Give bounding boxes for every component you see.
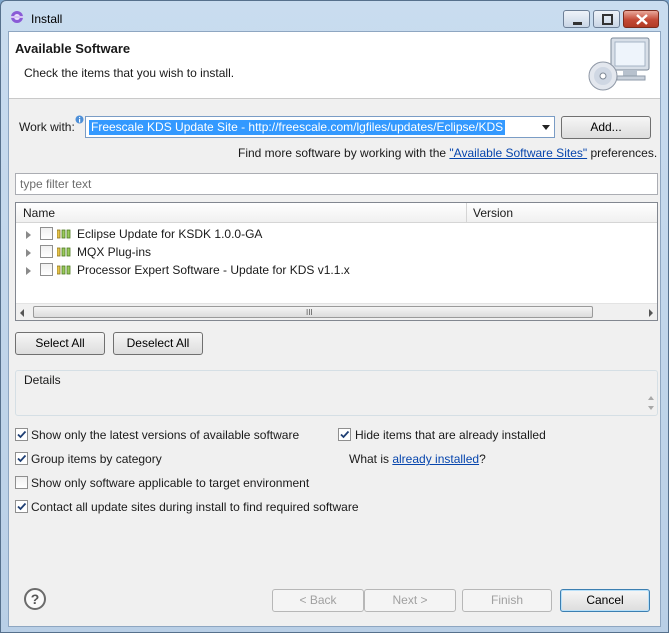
tree-row[interactable]: MQX Plug-ins	[16, 243, 657, 261]
hide-installed-checkbox[interactable]	[338, 428, 351, 441]
hide-installed-label: Hide items that are already installed	[355, 428, 546, 442]
row-label: MQX Plug-ins	[77, 245, 152, 259]
install-window: Install Available Software Check the ite…	[0, 0, 669, 633]
eclipse-install-icon	[11, 11, 23, 23]
expand-arrow-icon[interactable]	[26, 231, 31, 239]
target-environment-label: Show only software applicable to target …	[31, 476, 310, 490]
show-latest-checkbox[interactable]	[15, 428, 28, 441]
target-environment-checkbox[interactable]	[15, 476, 28, 489]
row-checkbox[interactable]	[40, 227, 53, 240]
page-title: Available Software	[15, 41, 131, 56]
row-label: Processor Expert Software - Update for K…	[77, 263, 350, 277]
window-title: Install	[31, 12, 63, 26]
cancel-button[interactable]: Cancel	[560, 589, 650, 612]
column-version-header[interactable]: Version	[473, 206, 513, 220]
software-cd-monitor-icon	[588, 37, 650, 91]
page-subtitle: Check the items that you wish to install…	[24, 66, 235, 80]
scrollbar-thumb[interactable]: III	[33, 306, 593, 318]
hint-prefix: Find more software by working with the	[238, 146, 450, 160]
what-is-suffix: ?	[479, 452, 486, 466]
close-button[interactable]	[623, 10, 659, 28]
available-sites-hint: Find more software by working with the "…	[238, 146, 657, 160]
help-button[interactable]: ?	[24, 588, 46, 610]
row-checkbox[interactable]	[40, 263, 53, 276]
maximize-icon	[602, 14, 613, 25]
column-divider[interactable]	[466, 203, 467, 223]
group-by-category-checkbox[interactable]	[15, 452, 28, 465]
dialog-banner: Available Software Check the items that …	[9, 32, 660, 99]
what-is-installed-text: What is already installed?	[349, 452, 486, 466]
contact-sites-checkbox[interactable]	[15, 500, 28, 513]
row-checkbox[interactable]	[40, 245, 53, 258]
details-group: Details	[15, 370, 658, 416]
minimize-icon	[573, 22, 582, 25]
info-icon	[75, 115, 84, 124]
checkmark-icon	[340, 430, 350, 439]
select-all-button[interactable]: Select All	[15, 332, 105, 355]
tree-row[interactable]: Eclipse Update for KSDK 1.0.0-GA	[16, 225, 657, 243]
tree-row[interactable]: Processor Expert Software - Update for K…	[16, 261, 657, 279]
scroll-grip: III	[306, 308, 313, 317]
maximize-button[interactable]	[593, 10, 620, 28]
filter-input[interactable]: type filter text	[15, 173, 658, 195]
dialog-client-area: Available Software Check the items that …	[8, 31, 661, 627]
tree-header: Name Version	[16, 203, 657, 223]
details-title: Details	[24, 373, 61, 387]
checkmark-icon	[17, 454, 27, 463]
work-with-value: Freescale KDS Update Site - http://frees…	[89, 120, 506, 135]
already-installed-link[interactable]: already installed	[392, 452, 479, 466]
show-latest-label: Show only the latest versions of availab…	[31, 428, 300, 442]
group-by-category-label: Group items by category	[31, 452, 162, 466]
deselect-all-button[interactable]: Deselect All	[113, 332, 203, 355]
what-is-prefix: What is	[349, 452, 393, 466]
feature-group-icon	[57, 229, 71, 239]
checkmark-icon	[17, 502, 27, 511]
scroll-left-icon[interactable]	[20, 309, 24, 317]
checkmark-icon	[17, 430, 27, 439]
expand-arrow-icon[interactable]	[26, 249, 31, 257]
horizontal-scrollbar[interactable]: III	[16, 303, 657, 320]
add-site-button[interactable]: Add...	[561, 116, 651, 139]
finish-button[interactable]: Finish	[462, 589, 552, 612]
scroll-right-icon[interactable]	[649, 309, 653, 317]
chevron-down-icon[interactable]	[542, 125, 550, 130]
back-button[interactable]: < Back	[272, 589, 364, 612]
minimize-button[interactable]	[563, 10, 590, 28]
expand-arrow-icon[interactable]	[26, 267, 31, 275]
software-tree[interactable]: Name Version Eclipse Update for KSDK 1.0…	[15, 202, 658, 321]
work-with-combo[interactable]: Freescale KDS Update Site - http://frees…	[85, 116, 555, 138]
feature-group-icon	[57, 265, 71, 275]
available-software-sites-link[interactable]: "Available Software Sites"	[449, 146, 587, 160]
column-name-header[interactable]: Name	[23, 206, 55, 220]
next-button[interactable]: Next >	[364, 589, 456, 612]
details-scroll-icon[interactable]	[646, 393, 656, 413]
title-bar[interactable]: Install	[1, 1, 668, 31]
work-with-label: Work with:	[19, 120, 75, 134]
hint-suffix: preferences.	[587, 146, 658, 160]
contact-sites-label: Contact all update sites during install …	[31, 500, 359, 514]
feature-group-icon	[57, 247, 71, 257]
close-icon	[636, 14, 648, 25]
row-label: Eclipse Update for KSDK 1.0.0-GA	[77, 227, 263, 241]
